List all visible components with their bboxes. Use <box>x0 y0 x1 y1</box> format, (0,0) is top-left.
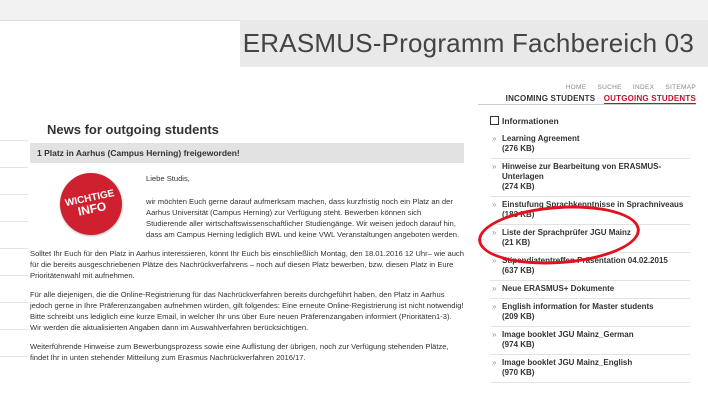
main-nav: INCOMING STUDENTS OUTGOING STUDENTS <box>506 94 696 104</box>
sidebar-item-label: Hinweise zur Bearbeitung von ERASMUS-Unt… <box>502 162 662 181</box>
sidebar-item-english-info[interactable]: English information for Master students … <box>490 299 690 327</box>
article-heading: 1 Platz in Aarhus (Campus Herning) freig… <box>30 143 464 163</box>
sidebar-item-label: Image booklet JGU Mainz_English <box>502 358 633 367</box>
file-size: (276 KB) <box>502 144 535 153</box>
sidebar-item-label: Neue ERASMUS+ Dokumente <box>502 284 615 293</box>
article-paragraph-3: Für alle diejenigen, die die Online-Regi… <box>30 290 464 332</box>
nav-search-link[interactable]: SUCHE <box>598 84 622 91</box>
badge-line-2: INFO <box>76 199 108 219</box>
sidebar-item-booklet-german[interactable]: Image booklet JGU Mainz_German (974 KB) <box>490 327 690 355</box>
sidebar-title: Informationen <box>490 116 690 126</box>
left-rail <box>0 140 28 383</box>
news-article: 1 Platz in Aarhus (Campus Herning) freig… <box>30 143 464 371</box>
nav-outgoing-students[interactable]: OUTGOING STUDENTS <box>603 94 696 104</box>
article-paragraph-2: Solltet Ihr Euch für den Platz in Aarhus… <box>30 249 464 280</box>
file-size: (974 KB) <box>502 340 535 349</box>
sidebar-title-text: Informationen <box>502 116 559 126</box>
nav-divider <box>478 104 696 105</box>
file-size: (209 KB) <box>502 312 535 321</box>
utility-nav: HOME SUCHE INDEX SITEMAP <box>557 84 696 91</box>
article-body: WICHTIGE INFO Liebe Studis, wir möchten … <box>30 163 464 363</box>
nav-sitemap-link[interactable]: SITEMAP <box>665 84 696 91</box>
sidebar-item-label: Learning Agreement <box>502 134 580 143</box>
site-title: ERASMUS-Programm Fachbereich 03 <box>242 28 694 58</box>
sidebar-item-booklet-english[interactable]: Image booklet JGU Mainz_English (970 KB) <box>490 355 690 383</box>
sidebar-item-label: English information for Master students <box>502 302 654 311</box>
nav-home-link[interactable]: HOME <box>566 84 587 91</box>
file-size: (637 KB) <box>502 266 535 275</box>
article-paragraph-4: Weiterführende Hinweise zum Bewerbungspr… <box>30 342 449 362</box>
file-size: (274 KB) <box>502 182 535 191</box>
page-title: News for outgoing students <box>47 122 219 137</box>
top-band <box>0 0 708 21</box>
sidebar-item-erasmus-dokumente[interactable]: Neue ERASMUS+ Dokumente <box>490 281 690 299</box>
sidebar-item-label: Image booklet JGU Mainz_German <box>502 330 634 339</box>
sidebar-item-learning-agreement[interactable]: Learning Agreement (276 KB) <box>490 131 690 159</box>
header-banner: ERASMUS-Programm Fachbereich 03 <box>240 20 708 67</box>
nav-incoming-students[interactable]: INCOMING STUDENTS <box>506 94 596 103</box>
sidebar-item-hinweise[interactable]: Hinweise zur Bearbeitung von ERASMUS-Unt… <box>490 159 690 197</box>
file-size: (970 KB) <box>502 368 535 377</box>
collapse-box-icon[interactable] <box>490 116 499 125</box>
nav-index-link[interactable]: INDEX <box>633 84 654 91</box>
